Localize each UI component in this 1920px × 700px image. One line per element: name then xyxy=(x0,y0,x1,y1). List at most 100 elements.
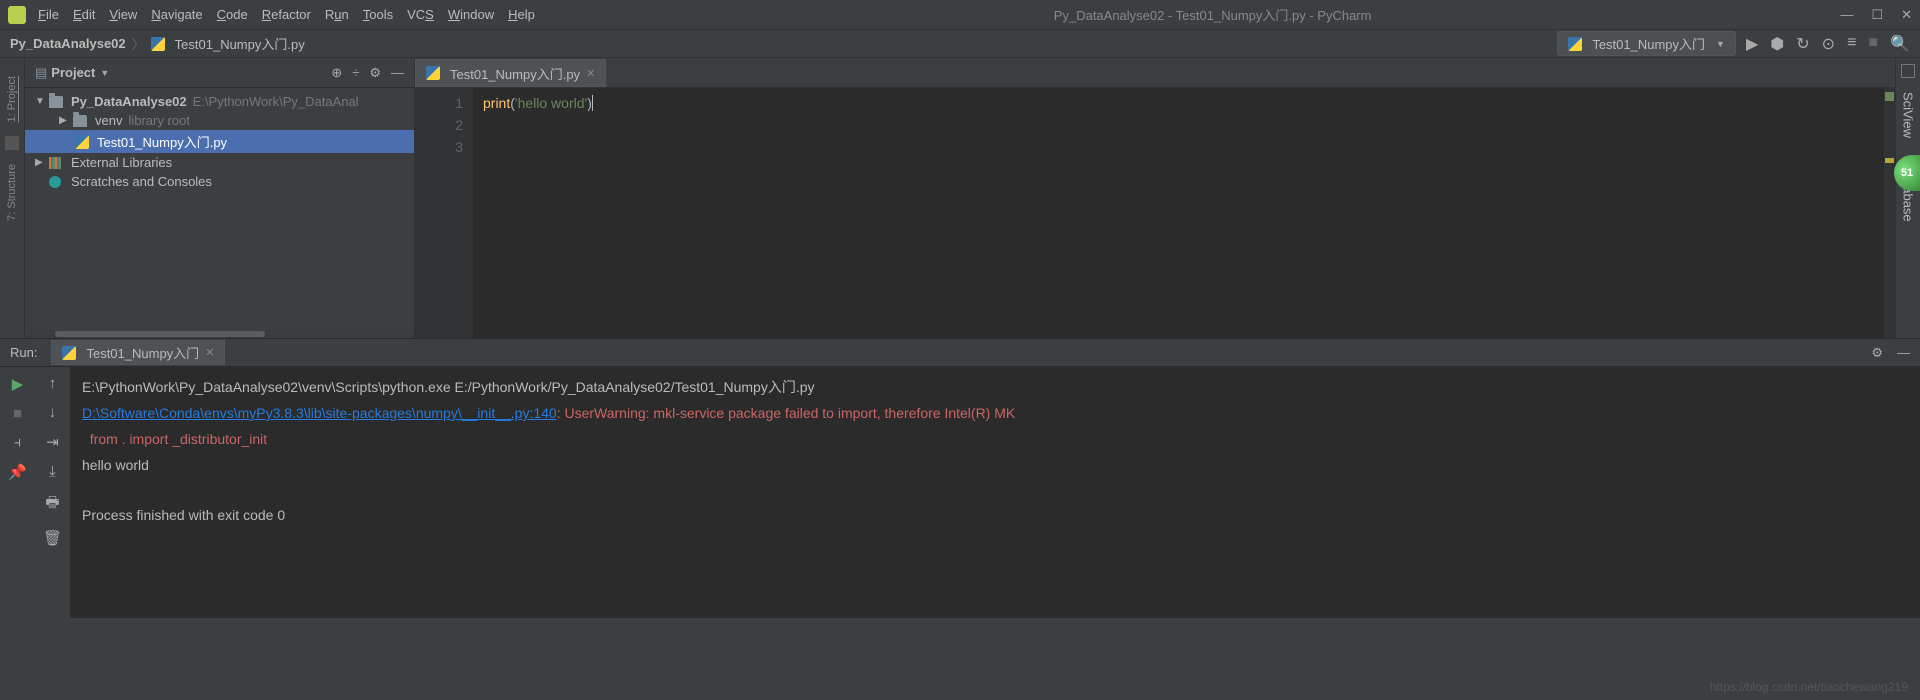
code-line-1[interactable]: print('hello world') xyxy=(483,92,1883,114)
layout-button[interactable]: ⫞ xyxy=(14,434,22,451)
main-menu: File Edit View Navigate Code Refactor Ru… xyxy=(38,7,535,22)
menu-refactor[interactable]: Refactor xyxy=(262,7,311,22)
tree-file-selected[interactable]: Test01_Numpy入门.py xyxy=(25,130,414,153)
menu-run[interactable]: Run xyxy=(325,7,349,22)
menu-window[interactable]: Window xyxy=(448,7,494,22)
run-tab-close-icon[interactable]: ✕ xyxy=(205,346,214,359)
tree-external-libraries[interactable]: ▶ External Libraries xyxy=(25,153,414,172)
python-icon xyxy=(1568,37,1582,51)
editor-tab-active[interactable]: Test01_Numpy入门.py ✕ xyxy=(415,59,606,87)
menu-edit[interactable]: Edit xyxy=(73,7,95,22)
toggle-icon[interactable] xyxy=(1901,64,1915,78)
project-icon: ▤ xyxy=(35,65,47,81)
console-output[interactable]: E:\PythonWork\Py_DataAnalyse02\venv\Scri… xyxy=(70,367,1920,618)
menu-view[interactable]: View xyxy=(109,7,137,22)
tree-root-path: E:\PythonWork\Py_DataAnal xyxy=(193,94,359,109)
concurrency-button[interactable]: ≡ xyxy=(1847,34,1856,54)
project-tool-tab[interactable]: 1: Project xyxy=(6,76,18,122)
maximize-icon[interactable]: ☐ xyxy=(1871,7,1883,23)
coverage-button[interactable]: ↻ xyxy=(1796,34,1809,54)
tab-close-icon[interactable]: ✕ xyxy=(586,67,595,80)
line-number: 2 xyxy=(415,114,463,136)
editor-tab-bar: Test01_Numpy入门.py ✕ xyxy=(415,58,1895,88)
run-body: ▶ ■ ⫞ 📌 ↑ ↓ ⇥ ⤓ 🖶 🗑 E:\PythonWork\Py_Dat… xyxy=(0,367,1920,618)
menu-file[interactable]: File xyxy=(38,7,59,22)
breadcrumb-sep: 〉 xyxy=(132,34,145,53)
print-button[interactable]: 🖶 xyxy=(45,492,59,517)
sciview-tool-tab[interactable]: SciView xyxy=(1901,92,1916,138)
tree-venv-label: venv xyxy=(95,113,122,128)
tree-scratches[interactable]: Scratches and Consoles xyxy=(25,172,414,191)
run-tab[interactable]: Test01_Numpy入门 ✕ xyxy=(51,340,225,365)
code-body[interactable]: print('hello world') xyxy=(473,88,1883,338)
menu-navigate[interactable]: Navigate xyxy=(151,7,202,22)
window-controls: — ☐ ✕ xyxy=(1840,7,1912,23)
stop-button[interactable]: ■ xyxy=(1868,34,1878,54)
chevron-right-icon[interactable]: ▶ xyxy=(35,157,45,168)
toolbar-icons: ▶ ⬢ ↻ ⊙ ≡ ■ 🔍 xyxy=(1746,34,1910,54)
run-hide-icon[interactable]: — xyxy=(1897,345,1910,361)
folder-icon xyxy=(49,96,63,108)
editor-marker-stripe[interactable] xyxy=(1883,88,1895,338)
search-everywhere-icon[interactable]: 🔍 xyxy=(1890,34,1910,54)
menu-code[interactable]: Code xyxy=(217,7,248,22)
project-scrollbar[interactable] xyxy=(25,330,414,338)
run-settings-icon[interactable]: ⚙ xyxy=(1871,345,1883,361)
project-panel-header: ▤ Project ▼ ⊕ ÷ ⚙ — xyxy=(25,58,414,88)
menu-help[interactable]: Help xyxy=(508,7,535,22)
breadcrumb-file[interactable]: Test01_Numpy入门.py xyxy=(175,34,305,53)
down-stack-button[interactable]: ↓ xyxy=(49,404,57,421)
scratches-icon xyxy=(49,176,61,188)
breadcrumb: Py_DataAnalyse02 〉 Test01_Numpy入门.py xyxy=(10,34,305,53)
chevron-right-icon[interactable]: ▶ xyxy=(59,115,69,126)
code-editor[interactable]: 1 2 3 print('hello world') xyxy=(415,88,1895,338)
locate-icon[interactable]: ⊕ xyxy=(331,65,342,81)
pycharm-icon xyxy=(8,6,26,24)
minimize-icon[interactable]: — xyxy=(1840,7,1853,23)
project-tree: ▼ Py_DataAnalyse02 E:\PythonWork\Py_Data… xyxy=(25,88,414,330)
run-configuration-selector[interactable]: Test01_Numpy入门 ▼ xyxy=(1557,31,1736,56)
rerun-button[interactable]: ▶ xyxy=(12,375,24,393)
line-number: 3 xyxy=(415,136,463,158)
profile-button[interactable]: ⊙ xyxy=(1822,34,1835,54)
clear-button[interactable]: 🗑 xyxy=(43,529,62,547)
run-tab-name: Test01_Numpy入门 xyxy=(86,343,199,362)
menu-tools[interactable]: Tools xyxy=(363,7,393,22)
nav-right: Test01_Numpy入门 ▼ ▶ ⬢ ↻ ⊙ ≡ ■ 🔍 xyxy=(1557,31,1910,56)
chevron-down-icon[interactable]: ▼ xyxy=(35,96,45,107)
close-icon[interactable]: ✕ xyxy=(1901,7,1912,23)
bookmark-icon[interactable] xyxy=(5,136,19,150)
structure-tool-tab[interactable]: 7: Structure xyxy=(6,164,18,221)
tree-root[interactable]: ▼ Py_DataAnalyse02 E:\PythonWork\Py_Data… xyxy=(25,92,414,111)
console-warning: UserWarning: mkl-service package failed … xyxy=(564,405,1015,421)
editor-area: Test01_Numpy入门.py ✕ 1 2 3 print('hello w… xyxy=(415,58,1895,338)
left-tool-strip: 1: Project 7: Structure xyxy=(0,58,25,338)
hide-icon[interactable]: — xyxy=(391,65,404,81)
settings-icon[interactable]: ⚙ xyxy=(369,65,381,81)
console-stdout: hello world xyxy=(82,457,149,473)
scroll-to-end-button[interactable]: ⤓ xyxy=(49,463,56,480)
soft-wrap-button[interactable]: ⇥ xyxy=(46,433,59,451)
tree-file-label: Test01_Numpy入门.py xyxy=(97,132,227,151)
console-command: E:\PythonWork\Py_DataAnalyse02\venv\Scri… xyxy=(82,379,815,395)
collapse-icon[interactable]: ÷ xyxy=(352,65,359,81)
editor-tab-name: Test01_Numpy入门.py xyxy=(450,64,580,83)
tree-extlib-label: External Libraries xyxy=(71,155,172,170)
menu-vcs[interactable]: VCS xyxy=(407,7,434,22)
console-link[interactable]: D:\Software\Conda\envs\myPy3.8.3\lib\sit… xyxy=(82,405,557,421)
breadcrumb-root[interactable]: Py_DataAnalyse02 xyxy=(10,36,126,51)
python-file-icon xyxy=(151,37,165,51)
tree-venv[interactable]: ▶ venv library root xyxy=(25,111,414,130)
navigation-bar: Py_DataAnalyse02 〉 Test01_Numpy入门.py Tes… xyxy=(0,30,1920,58)
python-file-icon xyxy=(426,66,440,80)
debug-button[interactable]: ⬢ xyxy=(1770,34,1784,54)
title-bar: File Edit View Navigate Code Refactor Ru… xyxy=(0,0,1920,30)
run-config-name: Test01_Numpy入门 xyxy=(1592,34,1705,53)
up-stack-button[interactable]: ↑ xyxy=(49,375,57,392)
pin-button[interactable]: 📌 xyxy=(8,463,27,481)
stop-run-button[interactable]: ■ xyxy=(13,405,22,422)
project-view-dropdown[interactable]: ▼ xyxy=(100,68,109,78)
run-button[interactable]: ▶ xyxy=(1746,34,1758,54)
run-tool-window: Run: Test01_Numpy入门 ✕ ⚙ — ▶ ■ ⫞ 📌 ↑ ↓ ⇥ … xyxy=(0,338,1920,618)
run-gutter: ▶ ■ ⫞ 📌 ↑ ↓ ⇥ ⤓ 🖶 🗑 xyxy=(0,367,70,618)
